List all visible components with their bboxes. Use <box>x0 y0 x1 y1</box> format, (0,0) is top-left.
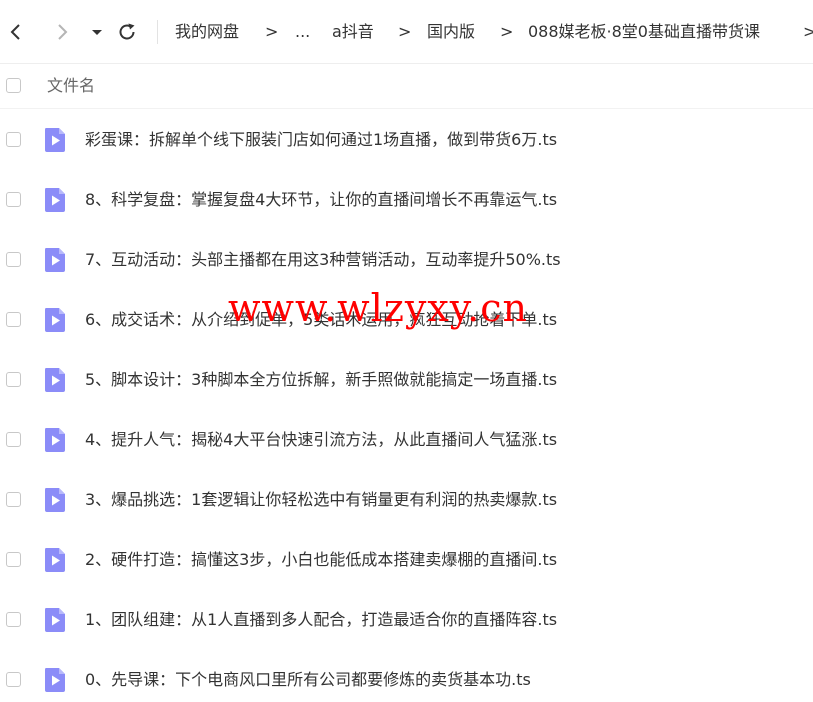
row-checkbox[interactable] <box>6 372 21 387</box>
row-checkbox[interactable] <box>6 252 21 267</box>
file-row[interactable]: 2、硬件打造：搞懂这3步，小白也能低成本搭建卖爆棚的直播间.ts <box>0 530 813 590</box>
file-name[interactable]: 2、硬件打造：搞懂这3步，小白也能低成本搭建卖爆棚的直播间.ts <box>85 549 557 571</box>
file-name[interactable]: 3、爆品挑选：1套逻辑让你轻松选中有销量更有利润的热卖爆款.ts <box>85 489 557 511</box>
row-checkbox[interactable] <box>6 432 21 447</box>
file-row[interactable]: 8、科学复盘：掌握复盘4大环节，让你的直播间增长不再靠运气.ts <box>0 170 813 230</box>
file-name[interactable]: 彩蛋课：拆解单个线下服装门店如何通过1场直播，做到带货6万.ts <box>85 129 557 151</box>
breadcrumb-separator: > <box>398 22 412 41</box>
row-checkbox[interactable] <box>6 192 21 207</box>
file-row[interactable]: 7、互动活动：头部主播都在用这3种营销活动，互动率提升50%.ts <box>0 230 813 290</box>
file-row[interactable]: 6、成交话术：从介绍到促单，5类话术运用，疯狂互动抢着下单.ts <box>0 290 813 350</box>
breadcrumb-separator: > <box>265 22 279 41</box>
breadcrumb-ellipsis[interactable]: ... <box>295 21 310 43</box>
video-file-icon <box>43 127 67 153</box>
chevron-right-icon[interactable] <box>50 20 74 44</box>
row-checkbox[interactable] <box>6 672 21 687</box>
file-name[interactable]: 0、先导课：下个电商风口里所有公司都要修炼的卖货基本功.ts <box>85 669 531 691</box>
file-name[interactable]: 5、脚本设计：3种脚本全方位拆解，新手照做就能搞定一场直播.ts <box>85 369 557 391</box>
file-name[interactable]: 4、提升人气：揭秘4大平台快速引流方法，从此直播间人气猛涨.ts <box>85 429 557 451</box>
refresh-icon[interactable] <box>115 20 139 44</box>
file-row[interactable]: 彩蛋课：拆解单个线下服装门店如何通过1场直播，做到带货6万.ts <box>0 110 813 170</box>
file-name[interactable]: 1、团队组建：从1人直播到多人配合，打造最适合你的直播阵容.ts <box>85 609 557 631</box>
breadcrumb-separator: > <box>500 22 514 41</box>
row-checkbox[interactable] <box>6 612 21 627</box>
navigation-toolbar: 我的网盘 > ... a抖音 > 国内版 > 088媒老板·8堂0基础直播带货课… <box>0 0 813 64</box>
breadcrumb-douyin[interactable]: a抖音 <box>332 21 374 43</box>
video-file-icon <box>43 247 67 273</box>
file-row[interactable]: 5、脚本设计：3种脚本全方位拆解，新手照做就能搞定一场直播.ts <box>0 350 813 410</box>
video-file-icon <box>43 427 67 453</box>
row-checkbox[interactable] <box>6 492 21 507</box>
file-name[interactable]: 8、科学复盘：掌握复盘4大环节，让你的直播间增长不再靠运气.ts <box>85 189 557 211</box>
breadcrumb-course-folder[interactable]: 088媒老板·8堂0基础直播带货课 <box>528 21 760 43</box>
file-list-header: 文件名 <box>0 64 813 109</box>
video-file-icon <box>43 667 67 693</box>
row-checkbox[interactable] <box>6 312 21 327</box>
file-row[interactable]: 4、提升人气：揭秘4大平台快速引流方法，从此直播间人气猛涨.ts <box>0 410 813 470</box>
video-file-icon <box>43 307 67 333</box>
video-file-icon <box>43 487 67 513</box>
file-row[interactable]: 3、爆品挑选：1套逻辑让你轻松选中有销量更有利润的热卖爆款.ts <box>0 470 813 530</box>
file-row[interactable]: 1、团队组建：从1人直播到多人配合，打造最适合你的直播阵容.ts <box>0 590 813 650</box>
file-name[interactable]: 6、成交话术：从介绍到促单，5类话术运用，疯狂互动抢着下单.ts <box>85 309 557 331</box>
column-header-filename[interactable]: 文件名 <box>47 75 95 97</box>
caret-down-icon[interactable] <box>85 20 109 44</box>
video-file-icon <box>43 367 67 393</box>
toolbar-divider <box>157 20 158 44</box>
video-file-icon <box>43 607 67 633</box>
select-all-checkbox[interactable] <box>6 78 21 93</box>
file-row[interactable]: 0、先导课：下个电商风口里所有公司都要修炼的卖货基本功.ts <box>0 650 813 702</box>
breadcrumb-separator: > <box>803 22 813 41</box>
breadcrumb-domestic[interactable]: 国内版 <box>427 21 475 43</box>
breadcrumb-my-drive[interactable]: 我的网盘 <box>175 21 239 43</box>
row-checkbox[interactable] <box>6 132 21 147</box>
row-checkbox[interactable] <box>6 552 21 567</box>
file-name[interactable]: 7、互动活动：头部主播都在用这3种营销活动，互动率提升50%.ts <box>85 249 561 271</box>
video-file-icon <box>43 547 67 573</box>
chevron-left-icon[interactable] <box>4 20 28 44</box>
video-file-icon <box>43 187 67 213</box>
